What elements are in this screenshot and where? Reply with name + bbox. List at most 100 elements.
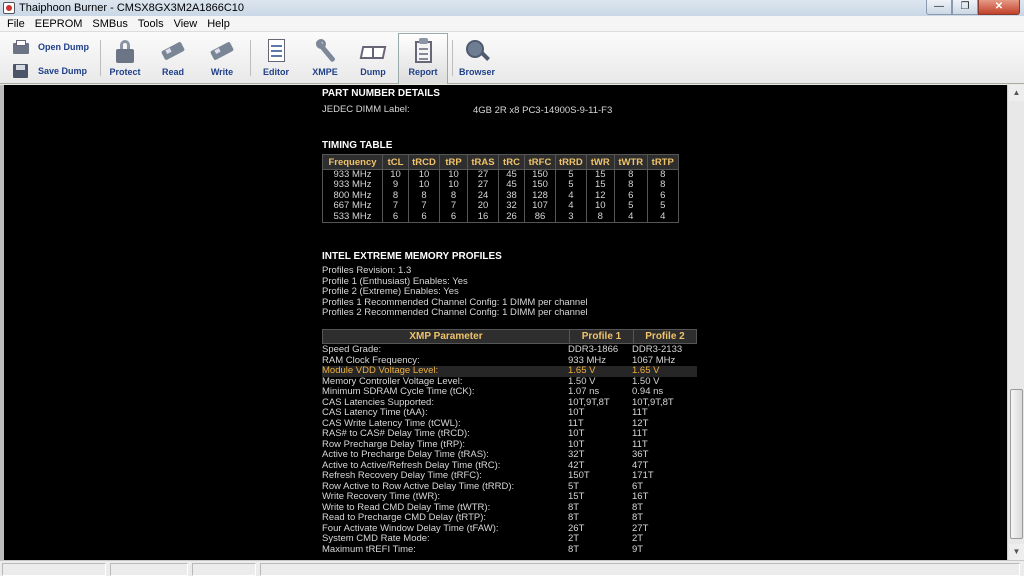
xmp-profile-value: 9T	[632, 543, 644, 555]
restore-button[interactable]: ❐	[952, 0, 978, 15]
scrollbar-thumb[interactable]	[1010, 389, 1023, 539]
toolbar-separator	[100, 40, 101, 76]
minimize-button[interactable]: —	[926, 0, 952, 15]
xmp-col-parameter: XMP Parameter	[409, 331, 483, 342]
memory-chip-icon	[160, 38, 186, 64]
xmp-profile-value: 10T	[568, 407, 585, 418]
dump-button[interactable]: Dump	[353, 34, 393, 82]
timing-column-header: tRC	[498, 154, 525, 170]
browser-button[interactable]: Browser	[456, 34, 498, 82]
xmp-profile-value: DDR3-2133	[632, 344, 683, 355]
xmp-profile-value: 8T	[568, 543, 580, 555]
timing-cell: 10	[408, 180, 440, 191]
xmp-profile-value: 11T	[632, 407, 648, 418]
timing-cell: 667 MHz	[322, 201, 383, 212]
menu-help[interactable]: Help	[203, 18, 234, 30]
scroll-down-arrow-icon[interactable]: ▼	[1009, 544, 1024, 560]
timing-row: 933 MHz 9 10 10 27 45 150 5 15 8 8	[322, 180, 679, 191]
xmp-parameter-name: Maximum tREFI Time:	[322, 543, 416, 555]
xmp-profile-value: 32T	[568, 449, 585, 460]
menu-tools[interactable]: Tools	[134, 18, 168, 30]
xmp-row: Active to Precharge Delay Time (tRAS): 32…	[322, 449, 697, 461]
open-dump-button[interactable]: Open Dump	[12, 37, 96, 57]
timing-cell: 9	[382, 180, 409, 191]
dump-label: Dump	[360, 67, 386, 77]
vertical-scrollbar[interactable]: ▲ ▼	[1007, 85, 1024, 560]
timing-cell: 8	[613, 180, 648, 191]
xmp-table-body: Speed Grade: DDR3-1866 DDR3-2133 RAM Clock …	[322, 344, 697, 555]
xmp-parameter-name: Write Recovery Time (tWR):	[322, 491, 441, 502]
timing-row: 800 MHz 8 8 8 24 38 128 4 12 6 6	[322, 190, 679, 201]
timing-column-header: tCL	[382, 154, 409, 170]
xmp-profile-value: 2T	[568, 533, 580, 544]
save-dump-button[interactable]: Save Dump	[12, 61, 96, 81]
timing-cell: 4	[646, 211, 679, 223]
xmp-profile-value: 1.07 ns	[568, 386, 600, 397]
xmpe-button[interactable]: XMPE	[305, 34, 345, 82]
menu-file[interactable]: File	[3, 18, 29, 30]
timing-cell: 16	[467, 211, 499, 223]
menu-view[interactable]: View	[170, 18, 202, 30]
status-pane	[2, 563, 106, 576]
timing-cell: 10	[585, 201, 615, 212]
scroll-up-arrow-icon[interactable]: ▲	[1009, 85, 1024, 101]
status-pane	[192, 563, 256, 576]
wrench-icon	[313, 38, 337, 64]
timing-cell: 20	[467, 201, 499, 212]
xmp-parameter-name: Speed Grade:	[322, 344, 382, 355]
protect-button[interactable]: Protect	[105, 34, 145, 82]
timing-column-header: tWR	[585, 154, 615, 170]
xmp-profile-value: 10T	[568, 428, 585, 439]
status-pane	[110, 563, 188, 576]
close-button[interactable]: ✕	[978, 0, 1020, 15]
xmp-row: Minimum SDRAM Cycle Time (tCK): 1.07 ns 0.…	[322, 386, 697, 398]
timing-cell: 45	[498, 180, 525, 191]
xmp-profile-value: 1.65 V	[632, 365, 660, 376]
timing-cell: 5	[555, 180, 587, 191]
floppy-disk-icon	[12, 63, 30, 79]
timing-cell: 8	[646, 180, 679, 191]
read-label: Read	[161, 67, 184, 77]
xmp-table-header: XMP Parameter Profile 1 Profile 2	[322, 329, 697, 344]
timing-cell: 10	[439, 180, 468, 191]
write-button[interactable]: Write	[202, 34, 242, 82]
clipboard-icon	[411, 38, 435, 64]
xmp-parameter-name: Read to Precharge CMD Delay (tRTP):	[322, 512, 487, 523]
open-dump-label: Open Dump	[38, 42, 89, 52]
memory-chip-write-icon	[209, 38, 235, 64]
menu-smbus[interactable]: SMBus	[88, 18, 131, 30]
xmp-row: CAS Latency Time (tAA): 10T 11T	[322, 407, 697, 419]
timing-cell: 26	[498, 211, 525, 223]
jedec-label-key: JEDEC DIMM Label:	[322, 104, 410, 115]
report-label: Report	[408, 67, 438, 77]
timing-cell: 6	[408, 211, 440, 223]
timing-cell: 3	[555, 211, 587, 223]
xmp-row: Module VDD Voltage Level: 1.65 V 1.65 V	[322, 365, 697, 377]
timing-cell: 6	[382, 211, 409, 223]
write-label: Write	[210, 67, 234, 77]
timing-cell: 32	[498, 201, 525, 212]
xmp-heading: INTEL EXTREME MEMORY PROFILES	[322, 251, 502, 262]
report-view: PART NUMBER DETAILS JEDEC DIMM Label: 4G…	[0, 85, 1024, 560]
xmp-info-line: Profiles 2 Recommended Channel Config: 1…	[322, 307, 588, 318]
xmp-col-profile1: Profile 1	[569, 330, 633, 343]
globe-search-icon	[465, 38, 490, 64]
window-title: Thaiphoon Burner - CMSX8GX3M2A1866C10	[19, 2, 245, 14]
status-bar	[0, 560, 1024, 576]
report-button[interactable]: Report	[398, 33, 448, 84]
timing-cell: 7	[439, 201, 468, 212]
timing-column-header: tRP	[439, 154, 468, 170]
timing-cell: 4	[555, 201, 587, 212]
timing-column-header: tRFC	[524, 154, 556, 170]
xmp-parameter-name: Module VDD Voltage Level:	[322, 365, 439, 376]
xmp-col-profile2: Profile 2	[633, 330, 696, 343]
editor-button[interactable]: Editor	[256, 34, 296, 82]
timing-cell: 6	[439, 211, 468, 223]
xmpe-label: XMPE	[312, 67, 338, 77]
read-button[interactable]: Read	[153, 34, 193, 82]
jedec-label-value: 4GB 2R x8 PC3-14900S-9-11-F3	[473, 105, 613, 116]
xmp-parameter-name: Refresh Recovery Delay Time (tRFC):	[322, 470, 482, 481]
xmp-profile-value: 8T	[632, 512, 644, 523]
timing-cell: 933 MHz	[322, 180, 383, 191]
menu-eeprom[interactable]: EEPROM	[31, 18, 87, 30]
